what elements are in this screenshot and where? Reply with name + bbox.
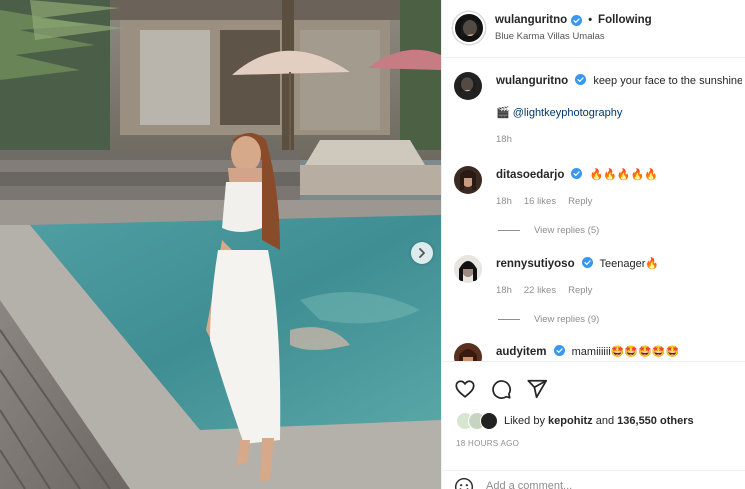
photo-scene (0, 0, 441, 489)
caption-meta: 18h (496, 134, 512, 145)
comment-icon[interactable] (490, 378, 512, 400)
caption-text-row: wulanguritno keep your face to the sunsh… (496, 74, 742, 88)
likes-count[interactable]: 136,550 others (617, 415, 693, 427)
comment-time: 18h (496, 196, 512, 207)
separator-dot: • (588, 14, 593, 26)
verified-badge-icon (575, 74, 587, 85)
commenter-username[interactable]: audyitem (496, 346, 547, 358)
liker-avatar (480, 412, 498, 430)
likes-summary: Liked by kepohitz and 136,550 others (456, 411, 694, 431)
share-icon[interactable] (526, 378, 548, 400)
comment-item: rennysutiyoso Teenager🔥 18h 22 likes Rep… (442, 255, 745, 337)
comment-meta: 18h 22 likes Reply (496, 285, 592, 296)
action-icons-row (454, 378, 548, 400)
caption-time: 18h (496, 134, 512, 145)
comment-text: Teenager🔥 (599, 258, 660, 270)
liker-avatars (456, 411, 500, 431)
likes-conjunction: and (595, 415, 615, 427)
reply-button[interactable]: Reply (568, 196, 592, 207)
view-replies-button[interactable]: View replies (5) (498, 225, 599, 236)
commenter-avatar[interactable] (454, 166, 482, 194)
caption-username[interactable]: wulanguritno (496, 75, 568, 87)
caption-text: keep your face to the sunshine (593, 75, 742, 87)
post-actions-section: Liked by kepohitz and 136,550 others 18 … (442, 361, 745, 489)
caption-author-avatar[interactable] (454, 72, 482, 100)
post-photo[interactable] (0, 0, 441, 489)
smiley-icon[interactable] (454, 477, 474, 489)
comment-time: 18h (496, 285, 512, 296)
verified-badge-icon (553, 345, 565, 356)
author-avatar[interactable] (453, 12, 485, 44)
following-button[interactable]: Following (598, 14, 652, 26)
liked-by-user[interactable]: kepohitz (548, 415, 593, 427)
heart-icon[interactable] (454, 378, 476, 400)
comment-item: audyitem mamiiiiii🤩🤩🤩🤩🤩 (442, 343, 745, 361)
view-replies-button[interactable]: View replies (9) (498, 314, 599, 325)
post-header: wulanguritno • Following Blue Karma Vill… (442, 0, 745, 58)
comment-text-row: audyitem mamiiiiii🤩🤩🤩🤩🤩 (496, 345, 742, 359)
verified-badge-icon (571, 14, 583, 26)
comment-text-row: rennysutiyoso Teenager🔥 (496, 257, 742, 271)
view-replies-label: View replies (5) (534, 225, 600, 236)
verified-badge-icon (571, 168, 583, 179)
add-comment-input[interactable] (486, 476, 726, 489)
reply-button[interactable]: Reply (568, 285, 592, 296)
comment-item: ditasoedarjo 🔥🔥🔥🔥🔥 18h 16 likes Reply Vi… (442, 166, 745, 248)
likes-prefix: Liked by (504, 415, 545, 427)
comment-text-row: ditasoedarjo 🔥🔥🔥🔥🔥 (496, 168, 742, 182)
caption-credit-row: 🎬 @lightkeyphotography (496, 106, 742, 120)
comment-meta: 18h 16 likes Reply (496, 196, 592, 207)
commenter-avatar[interactable] (454, 343, 482, 361)
comment-text: 🔥🔥🔥🔥🔥 (589, 169, 658, 181)
commenter-username[interactable]: rennysutiyoso (496, 258, 575, 270)
instagram-post-view: wulanguritno • Following Blue Karma Vill… (0, 0, 745, 489)
caption: wulanguritno keep your face to the sunsh… (442, 72, 745, 162)
comment-text: mamiiiiii🤩🤩🤩🤩🤩 (571, 346, 680, 358)
comment-likes[interactable]: 16 likes (524, 196, 556, 207)
add-comment-bar (442, 470, 745, 489)
verified-badge-icon (581, 257, 593, 268)
post-location[interactable]: Blue Karma Villas Umalas (495, 31, 605, 42)
post-details-panel: wulanguritno • Following Blue Karma Vill… (441, 0, 745, 489)
comment-likes[interactable]: 22 likes (524, 285, 556, 296)
commenter-avatar[interactable] (454, 255, 482, 283)
chevron-right-icon (419, 248, 425, 258)
header-user-row: wulanguritno • Following (495, 14, 652, 26)
comments-list[interactable]: wulanguritno keep your face to the sunsh… (442, 58, 745, 361)
credit-link[interactable]: @lightkeyphotography (513, 107, 623, 119)
next-photo-button[interactable] (411, 242, 433, 264)
post-timestamp[interactable]: 18 HOURS AGO (456, 439, 519, 448)
replies-divider (498, 319, 520, 320)
commenter-username[interactable]: ditasoedarjo (496, 169, 564, 181)
replies-divider (498, 230, 520, 231)
clapper-icon: 🎬 (496, 107, 510, 119)
author-username[interactable]: wulanguritno (495, 14, 567, 26)
view-replies-label: View replies (9) (534, 314, 600, 325)
